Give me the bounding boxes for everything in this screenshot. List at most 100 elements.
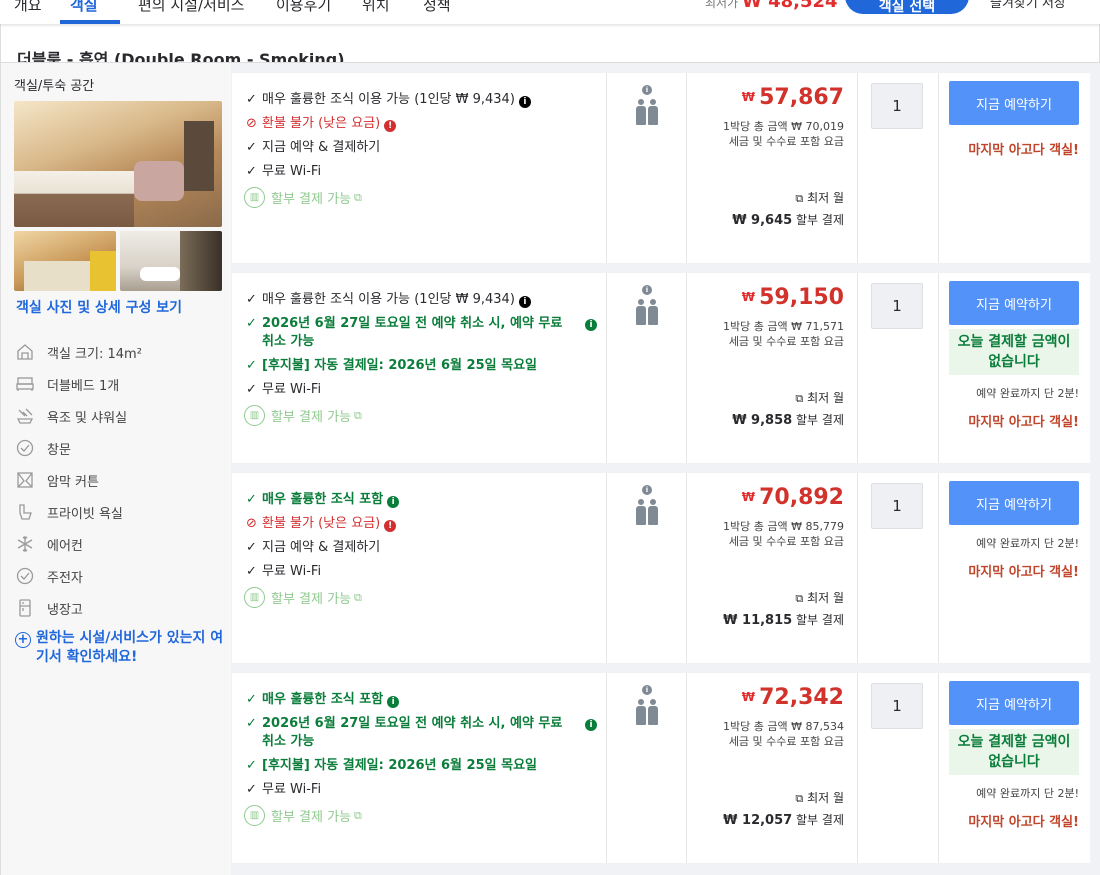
sticky-price: 최저가 ₩ 48,524 — [705, 0, 838, 12]
feature-pay-now: ✓ 지금 예약 & 결제하기 — [246, 540, 381, 555]
check-facilities-text: 원하는 시설/서비스가 있는지 여기서 확인하세요! — [36, 630, 224, 665]
info-icon[interactable]: i — [387, 696, 400, 708]
installment-available[interactable]: ▥ 할부 결제 가능 ⧉ — [244, 805, 444, 826]
offer-row: ✓ 매우 훌륭한 조식 포함 i ✓ 2026년 6월 27일 토요일 전 예약 취소… — [232, 673, 1090, 863]
external-link-icon: ⧉ — [795, 392, 804, 405]
occupancy-icon[interactable]: i — [636, 285, 658, 327]
room-photo-thumb-1[interactable] — [14, 231, 116, 291]
book-now-button[interactable]: 지금 예약하기 — [949, 81, 1079, 125]
currency-symbol: ₩ — [741, 490, 755, 504]
price-amount: 72,342 — [759, 685, 844, 710]
min-monthly-label: 최저 월 — [807, 791, 844, 805]
tab-reviews[interactable]: 이용후기 — [276, 0, 331, 15]
price-amount: 59,150 — [759, 285, 844, 310]
double-bed-icon — [15, 374, 35, 394]
no-pay-today-badge: 오늘 결제할 금액이 없습니다 — [949, 329, 1079, 375]
room-photos-link[interactable]: 객실 사진 및 상세 구성 보기 — [16, 297, 182, 317]
external-link-icon: ⧉ — [354, 590, 362, 604]
amenity-label: 욕조 및 샤워실 — [47, 410, 128, 426]
feature-non-refundable: ⊘ 환불 불가 (낮은 요금)! — [246, 115, 596, 133]
external-link-icon: ⧉ — [354, 190, 362, 204]
offer-booking: 지금 예약하기 오늘 결제할 금액이 없습니다 예약 완료까지 단 2분! 마지… — [938, 673, 1090, 863]
feature-text: 무료 Wi-Fi — [262, 382, 322, 397]
offer-occupancy: i — [606, 273, 685, 463]
total-label: 1박당 총 금액 ₩ 70,019 — [723, 120, 844, 133]
tab-rooms[interactable]: 객실 — [70, 0, 98, 15]
info-icon[interactable]: i — [518, 296, 531, 308]
offer-row: ✓ 매우 훌륭한 조식 이용 가능 (1인당 ₩ 9,434) i ✓ 2026년 6… — [232, 273, 1090, 463]
feature-non-refundable: ⊘ 환불 불가 (낮은 요금)! — [246, 515, 596, 533]
feature-text: 무료 Wi-Fi — [262, 164, 322, 179]
room-quantity-select[interactable]: 1 — [871, 83, 923, 129]
room-photo-thumb-2[interactable] — [120, 231, 222, 291]
room-info-column: 객실/투숙 공간 객실 사진 및 상세 구성 보기 객실 크기: 14m² 더블… — [1, 63, 231, 875]
info-icon[interactable]: i — [518, 96, 531, 108]
installment-text: 할부 결제 가능 — [271, 410, 352, 425]
offer-row: ✓ 매우 훌륭한 조식 포함 i ⊘ 환불 불가 (낮은 요금)! ✓ 지금 예약 & … — [232, 473, 1090, 663]
amenity-label: 더블베드 1개 — [47, 378, 120, 394]
info-icon[interactable]: ! — [384, 120, 397, 132]
price-value: ₩ 57,867 — [742, 85, 844, 110]
info-icon[interactable]: ! — [384, 520, 397, 532]
feature-free-cancel: ✓ 2026년 6월 27일 토요일 전 예약 취소 시, 예약 무료 취소 가능 — [246, 315, 571, 351]
occupancy-icon[interactable]: i — [636, 485, 658, 527]
room-quantity-select[interactable]: 1 — [871, 483, 923, 529]
occupancy-icon[interactable]: i — [636, 685, 658, 727]
offer-quantity: 1 — [857, 673, 937, 863]
offer-occupancy: i — [606, 473, 685, 663]
external-link-icon: ⧉ — [795, 792, 804, 805]
shower-icon — [15, 406, 35, 426]
installment-price: ₩ 9,645 할부 결제 — [732, 211, 844, 228]
installment-text: 할부 결제 가능 — [271, 192, 352, 207]
offer-booking: 지금 예약하기 마지막 아고다 객실! — [938, 73, 1090, 263]
installment-available[interactable]: ▥ 할부 결제 가능 ⧉ — [244, 187, 444, 208]
room-space-label: 객실/투숙 공간 — [14, 79, 95, 94]
select-room-button[interactable]: 객실 선택 — [845, 0, 969, 15]
book-now-button[interactable]: 지금 예약하기 — [949, 681, 1079, 725]
feature-breakfast: ✓ 매우 훌륭한 조식 이용 가능 (1인당 ₩ 9,434) i — [246, 91, 596, 109]
installment-price: ₩ 11,815 할부 결제 — [723, 611, 844, 628]
feature-breakfast: ✓ 매우 훌륭한 조식 이용 가능 (1인당 ₩ 9,434) i — [246, 291, 596, 309]
save-favorite-link[interactable]: 즐겨찾기 저장 — [990, 0, 1066, 11]
offer-price: ₩ 57,867 1박당 총 금액 ₩ 70,019 세금 및 수수료 포함 요금… — [686, 73, 856, 263]
info-icon[interactable]: i — [387, 496, 400, 508]
installment-text: 할부 결제 가능 — [271, 592, 352, 607]
room-quantity-select[interactable]: 1 — [871, 283, 923, 329]
installment-icon: ▥ — [244, 805, 265, 826]
info-icon[interactable]: i — [585, 719, 597, 731]
tab-overview[interactable]: 개요 — [14, 0, 42, 15]
tab-facilities[interactable]: 편의 시설/서비스 — [138, 0, 244, 15]
amenity-label: 창문 — [47, 442, 71, 458]
currency-symbol: ₩ — [741, 690, 755, 704]
installment-available[interactable]: ▥ 할부 결제 가능 ⧉ — [244, 405, 444, 426]
feature-text: 매우 훌륭한 조식 포함 — [262, 492, 384, 507]
offer-booking: 지금 예약하기 오늘 결제할 금액이 없습니다 예약 완료까지 단 2분! 마지… — [938, 273, 1090, 463]
tab-location[interactable]: 위치 — [362, 0, 390, 15]
min-monthly: ⧉ 최저 월 — [792, 789, 844, 806]
amenity-label: 에어컨 — [47, 538, 83, 554]
room-quantity-select[interactable]: 1 — [871, 683, 923, 729]
amenity-private-bathroom: 프라이빗 욕실 — [15, 501, 225, 523]
feature-breakfast-included: ✓ 매우 훌륭한 조식 포함 i — [246, 691, 596, 709]
last-room-notice: 마지막 아고다 객실! — [968, 143, 1079, 158]
occupancy-icon[interactable]: i — [636, 85, 658, 127]
room-photo-main[interactable] — [14, 101, 222, 227]
room-offers-area: 객실/투숙 공간 객실 사진 및 상세 구성 보기 객실 크기: 14m² 더블… — [1, 62, 1100, 875]
installment-available[interactable]: ▥ 할부 결제 가능 ⧉ — [244, 587, 444, 608]
book-now-button[interactable]: 지금 예약하기 — [949, 281, 1079, 325]
urgency-notice: 예약 완료까지 단 2분! — [976, 387, 1079, 400]
amenity-label: 암막 커튼 — [47, 474, 99, 490]
tab-policies[interactable]: 정책 — [423, 0, 451, 15]
info-icon[interactable]: i — [585, 319, 597, 331]
amenity-label: 객실 크기: 14m² — [47, 346, 142, 362]
offer-occupancy: i — [606, 73, 685, 263]
private-bathroom-icon — [15, 502, 35, 522]
price-details: 1박당 총 금액 ₩ 70,019 세금 및 수수료 포함 요금 — [723, 119, 844, 149]
amenity-label: 주전자 — [47, 570, 83, 586]
installment-label: 할부 결제 — [796, 213, 844, 227]
check-facilities-link[interactable]: + 원하는 시설/서비스가 있는지 여기서 확인하세요! — [15, 629, 225, 667]
book-now-button[interactable]: 지금 예약하기 — [949, 481, 1079, 525]
price-amount: 57,867 — [759, 85, 844, 110]
total-label: 1박당 총 금액 ₩ 85,779 — [723, 520, 844, 533]
active-tab-indicator — [60, 20, 120, 24]
